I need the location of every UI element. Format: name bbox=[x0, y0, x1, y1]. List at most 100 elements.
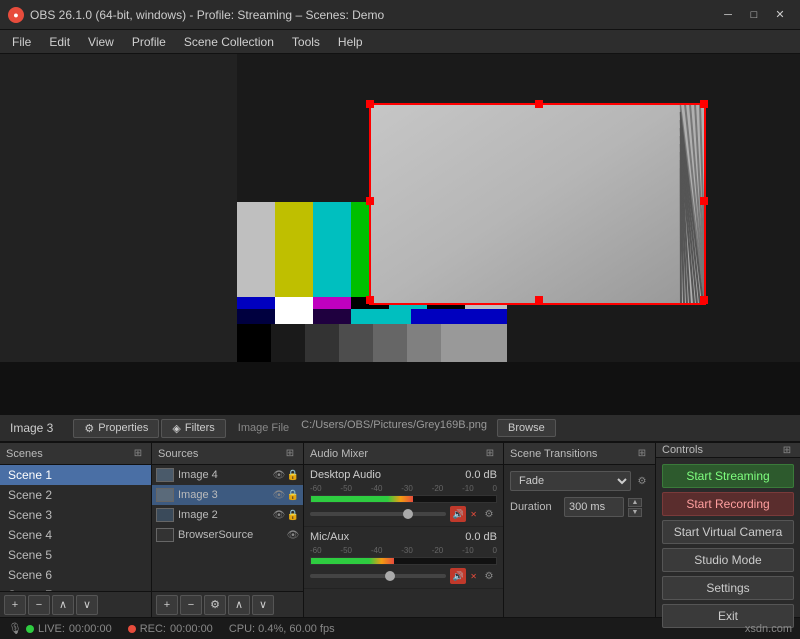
settings-button[interactable]: Settings bbox=[662, 576, 794, 600]
add-source-button[interactable]: + bbox=[156, 595, 178, 615]
scene-item-1[interactable]: Scene 1 bbox=[0, 465, 151, 485]
scene-item-3[interactable]: Scene 3 bbox=[0, 505, 151, 525]
source-down-button[interactable]: ∨ bbox=[252, 595, 274, 615]
source-row-image4[interactable]: Image 4 👁 🔒 bbox=[152, 465, 303, 485]
controls-expand-icon[interactable]: ⊞ bbox=[780, 443, 794, 457]
properties-button[interactable]: ⚙ Properties bbox=[73, 419, 159, 438]
duration-input[interactable] bbox=[564, 497, 624, 517]
source-name-image3: Image 3 bbox=[178, 489, 269, 501]
desktop-level-fill bbox=[311, 496, 413, 502]
source-name-browser: BrowserSource bbox=[178, 529, 283, 541]
source-row-image2[interactable]: Image 2 👁 🔒 bbox=[152, 505, 303, 525]
sources-header-label: Sources bbox=[158, 448, 198, 460]
transition-settings-icon[interactable]: ⚙ bbox=[635, 474, 649, 488]
menu-edit[interactable]: Edit bbox=[41, 33, 78, 51]
audio-expand-icon[interactable]: ⊞ bbox=[483, 447, 497, 461]
start-virtual-camera-button[interactable]: Start Virtual Camera bbox=[662, 520, 794, 544]
desktop-volume-slider[interactable] bbox=[310, 512, 446, 516]
duration-increase-button[interactable]: ▲ bbox=[628, 498, 642, 507]
remove-source-button[interactable]: − bbox=[180, 595, 202, 615]
close-button[interactable]: ✕ bbox=[768, 5, 792, 25]
source-list: Image 4 👁 🔒 Image 3 👁 🔒 Image 2 👁 bbox=[152, 465, 303, 591]
source-row-browser[interactable]: BrowserSource 👁 bbox=[152, 525, 303, 545]
filter-icon: ◈ bbox=[172, 422, 180, 435]
desktop-audio-name: Desktop Audio bbox=[310, 469, 381, 481]
start-streaming-button[interactable]: Start Streaming bbox=[662, 464, 794, 488]
watermark-text: xsdn.com bbox=[745, 623, 792, 635]
active-source-name: Image 3 bbox=[10, 421, 53, 435]
remove-scene-button[interactable]: − bbox=[28, 595, 50, 615]
duration-label: Duration bbox=[510, 501, 560, 513]
lock-icon-image3[interactable]: 🔒 bbox=[287, 489, 299, 501]
start-recording-button[interactable]: Start Recording bbox=[662, 492, 794, 516]
duration-decrease-button[interactable]: ▼ bbox=[628, 508, 642, 517]
mic-level-fill bbox=[311, 558, 394, 564]
desktop-volume-thumb[interactable] bbox=[403, 509, 413, 519]
maximize-button[interactable]: □ bbox=[742, 5, 766, 25]
scene-up-button[interactable]: ∧ bbox=[52, 595, 74, 615]
audio-mixer-panel: Audio Mixer ⊞ Desktop Audio 0.0 dB -60-5… bbox=[304, 443, 504, 617]
transitions-body: Fade ⚙ Duration ▲ ▼ bbox=[504, 465, 655, 617]
desktop-mute-button[interactable]: 🔊 bbox=[450, 506, 466, 522]
source-up-button[interactable]: ∧ bbox=[228, 595, 250, 615]
mic-aux-track: Mic/Aux 0.0 dB -60-50-40-30-20-100 🔊 ✕ ⚙ bbox=[304, 527, 503, 589]
studio-mode-button[interactable]: Studio Mode bbox=[662, 548, 794, 572]
mic-audio-controls: 🔊 ✕ ⚙ bbox=[310, 568, 497, 584]
title-bar-left: ● OBS 26.1.0 (64-bit, windows) - Profile… bbox=[8, 7, 384, 23]
transition-type-row: Fade ⚙ bbox=[510, 471, 649, 491]
desktop-audio-track: Desktop Audio 0.0 dB -60-50-40-30-20-100… bbox=[304, 465, 503, 527]
mic-aux-name: Mic/Aux bbox=[310, 531, 349, 543]
source-name-image4: Image 4 bbox=[178, 469, 269, 481]
source-thumb-image4 bbox=[156, 468, 174, 482]
audio-mixer-header: Audio Mixer ⊞ bbox=[304, 443, 503, 465]
menu-tools[interactable]: Tools bbox=[284, 33, 328, 51]
scene-item-5[interactable]: Scene 5 bbox=[0, 545, 151, 565]
visibility-icon-image4[interactable]: 👁 bbox=[273, 469, 285, 481]
transition-type-select[interactable]: Fade bbox=[510, 471, 631, 491]
menu-profile[interactable]: Profile bbox=[124, 33, 174, 51]
visibility-icon-image3[interactable]: 👁 bbox=[273, 489, 285, 501]
menu-help[interactable]: Help bbox=[330, 33, 371, 51]
cpu-label: CPU: 0.4%, 60.00 fps bbox=[229, 623, 335, 635]
transitions-expand-icon[interactable]: ⊞ bbox=[635, 447, 649, 461]
visibility-icon-image2[interactable]: 👁 bbox=[273, 509, 285, 521]
sources-panel: Sources ⊞ Image 4 👁 🔒 Image 3 👁 🔒 bbox=[152, 443, 304, 617]
title-bar-controls[interactable]: ─ □ ✕ bbox=[716, 5, 792, 25]
scene-down-button[interactable]: ∨ bbox=[76, 595, 98, 615]
mic-audio-settings-icon[interactable]: ⚙ bbox=[481, 568, 497, 584]
sources-panel-footer: + − ⚙ ∧ ∨ bbox=[152, 591, 303, 617]
add-scene-button[interactable]: + bbox=[4, 595, 26, 615]
browse-button[interactable]: Browse bbox=[497, 419, 556, 437]
source-icons-image2: 👁 🔒 bbox=[273, 509, 299, 521]
mic-aux-header: Mic/Aux 0.0 dB bbox=[310, 531, 497, 543]
source-row-image3[interactable]: Image 3 👁 🔒 bbox=[152, 485, 303, 505]
visibility-icon-browser[interactable]: 👁 bbox=[287, 529, 299, 541]
lock-icon-image4[interactable]: 🔒 bbox=[287, 469, 299, 481]
desktop-audio-settings-icon[interactable]: ⚙ bbox=[481, 506, 497, 522]
mic-mute-button[interactable]: 🔊 bbox=[450, 568, 466, 584]
lock-icon-image2[interactable]: 🔒 bbox=[287, 509, 299, 521]
desktop-remove-icon[interactable]: ✕ bbox=[470, 510, 477, 519]
rec-dot bbox=[128, 625, 136, 633]
image-file-label: Image File bbox=[228, 419, 299, 438]
sources-expand-icon[interactable]: ⊞ bbox=[283, 447, 297, 461]
mic-volume-slider[interactable] bbox=[310, 574, 446, 578]
desktop-level-ticks: -60-50-40-30-20-100 bbox=[310, 484, 497, 493]
rec-label: REC: bbox=[140, 623, 166, 635]
source-icons-browser: 👁 bbox=[287, 529, 299, 541]
menu-view[interactable]: View bbox=[80, 33, 122, 51]
filters-button[interactable]: ◈ Filters bbox=[161, 419, 225, 438]
menu-scene-collection[interactable]: Scene Collection bbox=[176, 33, 282, 51]
scene-transitions-panel: Scene Transitions ⊞ Fade ⚙ Duration ▲ ▼ bbox=[504, 443, 656, 617]
minimize-button[interactable]: ─ bbox=[716, 5, 740, 25]
source-icons-image4: 👁 🔒 bbox=[273, 469, 299, 481]
menu-file[interactable]: File bbox=[4, 33, 39, 51]
scene-item-6[interactable]: Scene 6 bbox=[0, 565, 151, 585]
mic-volume-thumb[interactable] bbox=[385, 571, 395, 581]
live-label: LIVE: bbox=[38, 623, 65, 635]
scene-item-2[interactable]: Scene 2 bbox=[0, 485, 151, 505]
scene-item-4[interactable]: Scene 4 bbox=[0, 525, 151, 545]
mic-remove-icon[interactable]: ✕ bbox=[470, 572, 477, 581]
source-settings-button[interactable]: ⚙ bbox=[204, 595, 226, 615]
scenes-expand-icon[interactable]: ⊞ bbox=[131, 447, 145, 461]
